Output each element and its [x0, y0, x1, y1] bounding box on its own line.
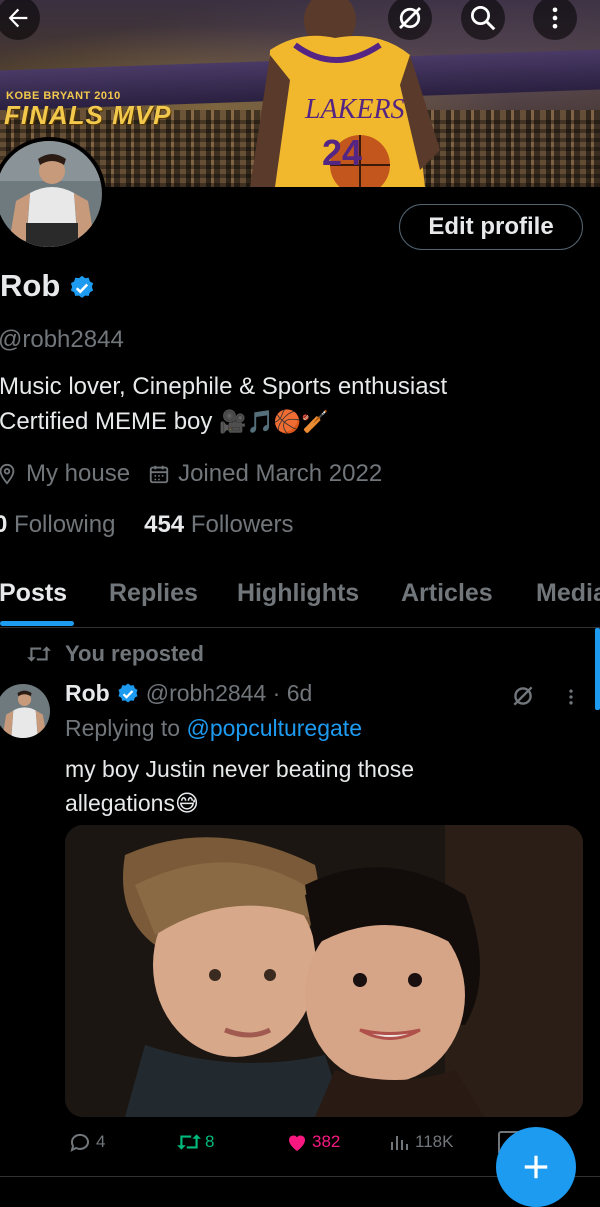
- post-author-name[interactable]: Rob: [65, 680, 110, 707]
- replying-to: Replying to @popculturegate: [65, 715, 362, 742]
- profile-name: Rob: [0, 268, 61, 303]
- repost-indicator-icon: [27, 646, 51, 662]
- tab-highlights[interactable]: Highlights: [237, 579, 359, 608]
- reply-button[interactable]: 4: [68, 1130, 105, 1154]
- verified-badge-icon[interactable]: [68, 274, 96, 302]
- following-label: Following: [14, 511, 116, 538]
- followers-link[interactable]: 454 Followers: [144, 511, 293, 538]
- banner-jersey-text: LAKERS: [304, 94, 405, 125]
- edit-profile-button[interactable]: Edit profile: [399, 204, 583, 250]
- post-text-line-2: allegations: [65, 790, 175, 816]
- post-media-image[interactable]: [65, 825, 583, 1117]
- repost-icon: [177, 1134, 201, 1150]
- following-link[interactable]: 0 Following: [0, 511, 115, 538]
- bio-line-1: Music lover, Cinephile & Sports enthusia…: [0, 373, 448, 400]
- tab-posts[interactable]: Posts: [0, 579, 67, 608]
- tab-articles[interactable]: Articles: [401, 579, 493, 608]
- repost-label: You reposted: [65, 641, 204, 666]
- bio-emojis: 🎥🎵🏀🏏: [219, 409, 329, 434]
- arrow-left-icon: [8, 8, 28, 28]
- post-photo: [65, 825, 583, 1117]
- views-icon: [391, 1136, 408, 1150]
- views-button[interactable]: 118K: [388, 1130, 453, 1154]
- search-icon: [471, 6, 496, 31]
- bio-text: Certified MEME boy: [0, 408, 213, 435]
- more-vertical-icon: [552, 7, 558, 29]
- post-text: my boy Justin never beating those allega…: [65, 752, 414, 820]
- replying-prefix: Replying to: [65, 715, 181, 741]
- banner-jersey-number: 24: [322, 132, 362, 173]
- avatar-image: [0, 141, 102, 247]
- compose-post-button[interactable]: [496, 1127, 576, 1207]
- replying-to-handle[interactable]: @popculturegate: [186, 715, 362, 741]
- post-text-emoji: 😅: [174, 790, 199, 816]
- grok-icon: [399, 7, 421, 29]
- following-count: 0: [0, 511, 8, 538]
- profile-handle: @robh2844: [0, 326, 124, 353]
- followers-count: 454: [144, 511, 185, 538]
- heart-icon: [289, 1135, 305, 1151]
- tab-media[interactable]: Media: [536, 579, 600, 608]
- plus-icon: [524, 1155, 548, 1179]
- post-handle-time: @robh2844 · 6d: [145, 680, 313, 706]
- post-more-icon[interactable]: [561, 686, 581, 708]
- profile-tabs: Posts Replies Highlights Articles Media: [0, 577, 600, 628]
- calendar-icon: [149, 465, 169, 484]
- profile-meta: My house Joined March 2022: [0, 460, 382, 488]
- reply-icon: [70, 1133, 89, 1152]
- tab-replies[interactable]: Replies: [109, 579, 198, 608]
- active-tab-indicator: [0, 621, 74, 626]
- post-verified-badge-icon: [118, 683, 138, 702]
- banner-title: FINALS MVP: [4, 100, 172, 130]
- follow-stats: 0 Following 454 Followers: [0, 511, 294, 539]
- repost-count: 8: [205, 1132, 215, 1151]
- post-header: Rob @robh2844 · 6d: [65, 680, 312, 707]
- repost-button[interactable]: 8: [176, 1130, 214, 1154]
- followers-label: Followers: [190, 511, 294, 538]
- views-count: 118K: [415, 1132, 454, 1151]
- post-text-line-1: my boy Justin never beating those: [65, 756, 415, 782]
- bio-line-2: Certified MEME boy 🎥🎵🏀🏏: [0, 408, 329, 436]
- like-button[interactable]: 382: [285, 1130, 340, 1154]
- profile-location: My house: [26, 460, 131, 487]
- location-icon: [0, 463, 15, 485]
- profile-avatar[interactable]: [0, 137, 106, 251]
- reply-count: 4: [96, 1132, 106, 1151]
- like-count: 382: [312, 1132, 341, 1151]
- profile-joined: Joined March 2022: [178, 460, 383, 487]
- post-grok-icon[interactable]: [510, 683, 536, 709]
